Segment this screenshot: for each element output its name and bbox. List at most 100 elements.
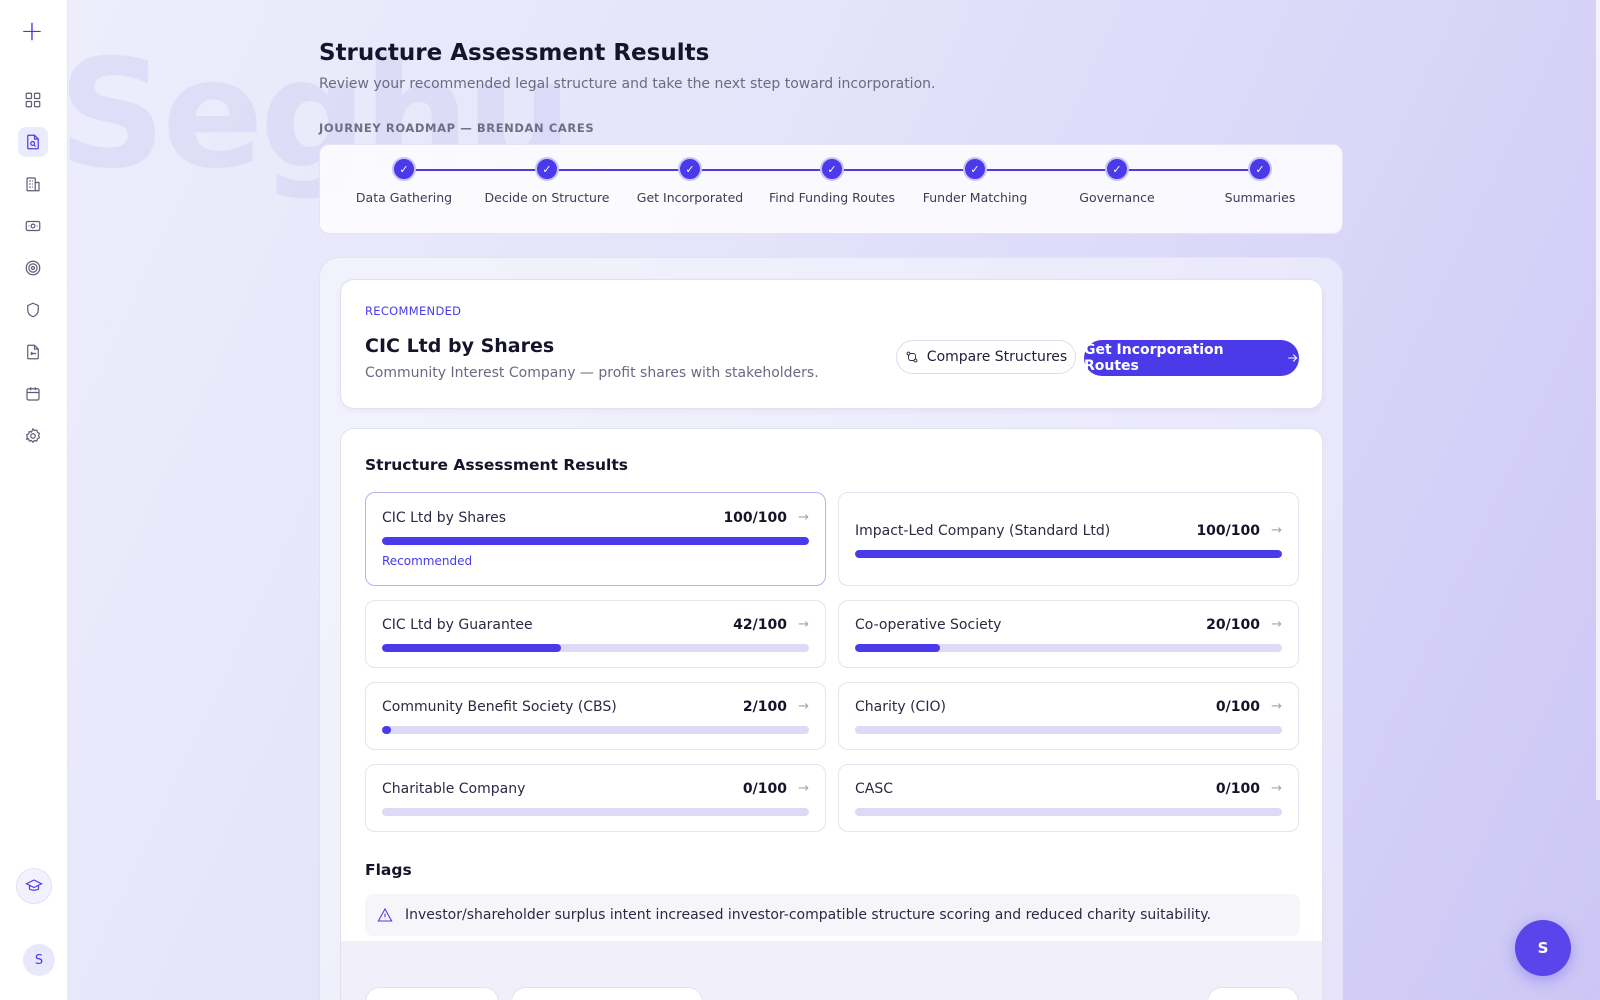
recommended-eyebrow: RECOMMENDED [365, 304, 462, 318]
results-card: Structure Assessment Results CIC Ltd by … [340, 428, 1323, 1000]
flags-title: Flags [365, 861, 412, 879]
score-value: 20/100 [1206, 617, 1260, 633]
score-bar-fill [382, 537, 809, 545]
avatar[interactable]: S [23, 944, 55, 976]
score-value: 0/100 [742, 781, 787, 797]
score-bar-track [382, 537, 809, 545]
check-icon: ✓ [820, 157, 844, 181]
check-icon: ✓ [535, 157, 559, 181]
score-card-charitable-company[interactable]: Charitable Company 0/100 → [365, 764, 826, 832]
arrow-right-icon: → [798, 510, 809, 525]
dashboard-icon[interactable] [18, 85, 48, 115]
roadmap-step-label: Data Gathering [355, 190, 453, 205]
target-icon[interactable] [18, 253, 48, 283]
check-icon: ✓ [678, 157, 702, 181]
score-bar-fill [855, 550, 1282, 558]
recommended-structure-description: Community Interest Company — profit shar… [365, 365, 819, 381]
roadmap-step-funder-matching[interactable]: ✓ Funder Matching [905, 157, 1045, 205]
check-icon: ✓ [1105, 157, 1129, 181]
get-incorporation-routes-button[interactable]: Get Incorporation Routes [1084, 340, 1299, 376]
calendar-icon[interactable] [18, 379, 48, 409]
score-value: 100/100 [1196, 523, 1260, 539]
score-bar-track [855, 644, 1282, 652]
shield-icon[interactable] [18, 295, 48, 325]
logo-plus-icon[interactable]: + [18, 17, 46, 46]
score-bar-fill [382, 726, 391, 734]
compare-icon [906, 351, 918, 363]
score-bar-fill [855, 644, 941, 652]
score-bar-track [855, 726, 1282, 734]
graduation-cap-icon[interactable] [16, 868, 52, 904]
roadmap-step-label: Funder Matching [922, 190, 1028, 205]
file-export-icon[interactable] [18, 337, 48, 367]
document-search-icon[interactable] [18, 127, 48, 157]
score-bar-track [855, 808, 1282, 816]
footer-action-button[interactable] [1207, 987, 1299, 1000]
arrow-right-icon: → [1271, 699, 1282, 714]
roadmap-step-label: Decide on Structure [484, 190, 610, 205]
roadmap-step-data-gathering[interactable]: ✓ Data Gathering [334, 157, 474, 205]
compare-structures-button[interactable]: Compare Structures [896, 340, 1076, 374]
roadmap-step-funding-routes[interactable]: ✓ Find Funding Routes [762, 157, 902, 205]
settings-icon[interactable] [18, 421, 48, 451]
footer-action-button[interactable] [511, 987, 703, 1000]
score-name: Co-operative Society [855, 617, 1002, 633]
results-title: Structure Assessment Results [365, 456, 629, 474]
score-value: 2/100 [742, 699, 787, 715]
roadmap-label: JOURNEY ROADMAP — BRENDAN CARES [319, 121, 595, 135]
arrow-right-icon: → [798, 617, 809, 632]
score-bar-fill [382, 644, 562, 652]
score-value: 0/100 [1215, 781, 1260, 797]
scrollbar[interactable] [1596, 0, 1600, 800]
score-card-cbs[interactable]: Community Benefit Society (CBS) 2/100 → [365, 682, 826, 750]
score-name: Charitable Company [382, 781, 526, 797]
arrow-right-icon: → [798, 781, 809, 796]
check-icon: ✓ [392, 157, 416, 181]
results-footer [341, 941, 1322, 1000]
journey-roadmap: ✓ Data Gathering ✓ Decide on Structure ✓… [319, 144, 1343, 234]
compare-structures-label: Compare Structures [926, 349, 1068, 365]
flag-text: Investor/shareholder surplus intent incr… [405, 907, 1211, 923]
page-title: Structure Assessment Results [319, 40, 710, 66]
score-bar-track [382, 644, 809, 652]
roadmap-step-summaries[interactable]: ✓ Summaries [1190, 157, 1330, 205]
arrow-right-icon: → [1271, 523, 1282, 538]
arrow-right-icon: → [798, 699, 809, 714]
score-name: Charity (CIO) [855, 699, 946, 715]
arrow-right-icon: → [1271, 617, 1282, 632]
score-bar-track [855, 550, 1282, 558]
roadmap-step-label: Governance [1079, 190, 1155, 205]
score-card-co-operative[interactable]: Co-operative Society 20/100 → [838, 600, 1299, 668]
score-value: 100/100 [723, 510, 787, 526]
score-card-charity-cio[interactable]: Charity (CIO) 0/100 → [838, 682, 1299, 750]
score-card-casc[interactable]: CASC 0/100 → [838, 764, 1299, 832]
flag-item: Investor/shareholder surplus intent incr… [365, 894, 1300, 936]
money-icon[interactable] [18, 211, 48, 241]
building-icon[interactable] [18, 169, 48, 199]
warning-triangle-icon [377, 907, 393, 922]
roadmap-step-governance[interactable]: ✓ Governance [1047, 157, 1187, 205]
score-name: CASC [855, 781, 894, 797]
score-card-cic-guarantee[interactable]: CIC Ltd by Guarantee 42/100 → [365, 600, 826, 668]
score-name: CIC Ltd by Guarantee [382, 617, 533, 633]
roadmap-step-label: Find Funding Routes [769, 190, 895, 205]
roadmap-step-decide-structure[interactable]: ✓ Decide on Structure [477, 157, 617, 205]
arrow-right-icon [1287, 354, 1297, 362]
roadmap-step-get-incorporated[interactable]: ✓ Get Incorporated [620, 157, 760, 205]
assistant-fab-button[interactable]: S [1515, 920, 1571, 976]
page-subtitle: Review your recommended legal structure … [319, 76, 936, 92]
roadmap-step-label: Summaries [1224, 190, 1296, 205]
score-card-cic-shares[interactable]: CIC Ltd by Shares 100/100 → Recommended [365, 492, 826, 586]
arrow-right-icon: → [1271, 781, 1282, 796]
score-name: CIC Ltd by Shares [382, 510, 507, 526]
get-incorporation-routes-label: Get Incorporation Routes [1084, 342, 1224, 374]
roadmap-step-label: Get Incorporated [636, 190, 744, 205]
score-card-impact-led[interactable]: Impact-Led Company (Standard Ltd) 100/10… [838, 492, 1299, 586]
score-value: 42/100 [733, 617, 787, 633]
recommended-structure-title: CIC Ltd by Shares [365, 335, 555, 357]
score-bar-track [382, 808, 809, 816]
check-icon: ✓ [1248, 157, 1272, 181]
score-name: Impact-Led Company (Standard Ltd) [855, 523, 1111, 539]
footer-action-button[interactable] [365, 987, 499, 1000]
score-name: Community Benefit Society (CBS) [382, 699, 617, 715]
